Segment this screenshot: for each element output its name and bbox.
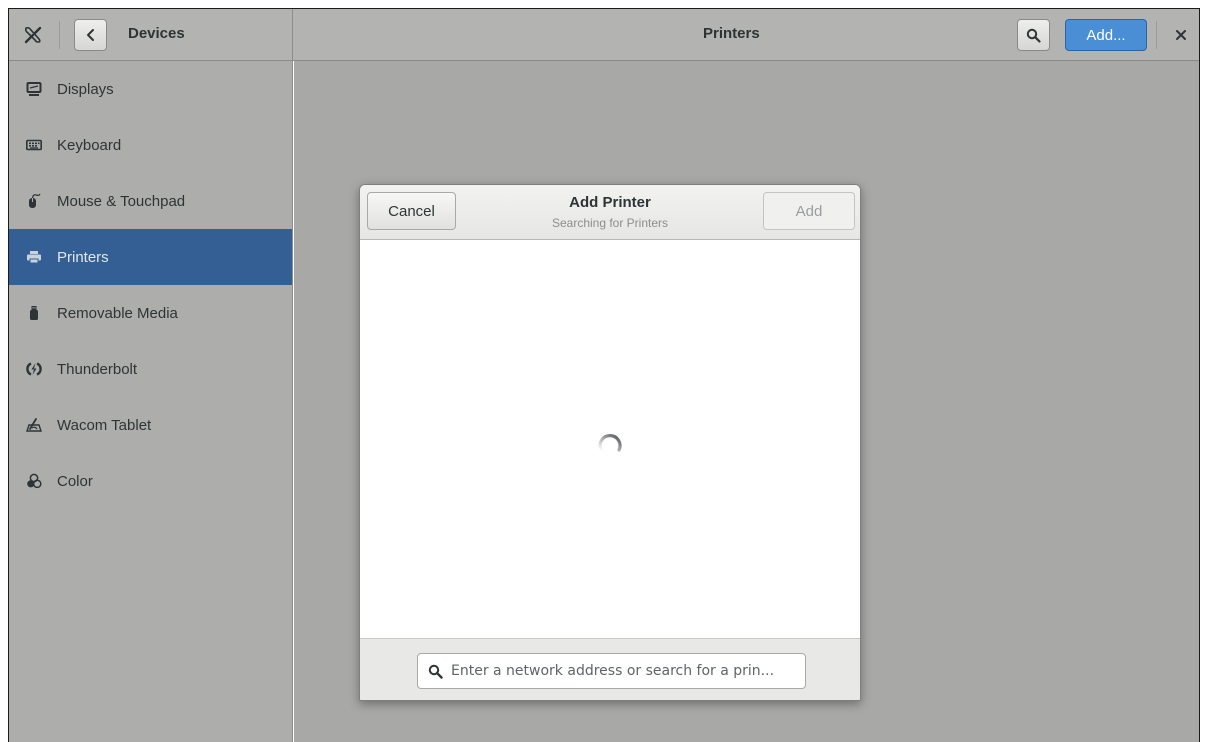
keyboard-icon [26, 137, 42, 153]
tools-icon[interactable] [19, 21, 47, 49]
printer-search-field[interactable] [417, 653, 806, 689]
dialog-footer [360, 638, 860, 700]
usb-drive-icon [26, 305, 42, 321]
header-separator [59, 21, 60, 49]
header-bar: Devices Printers Add... [9, 9, 1199, 61]
sidebar-item-printers[interactable]: Printers [9, 229, 292, 285]
search-button[interactable] [1017, 19, 1050, 51]
sidebar-item-keyboard[interactable]: Keyboard [9, 117, 292, 173]
add-printer-dialog: Cancel Add Printer Searching for Printer… [359, 184, 861, 701]
search-icon [1026, 28, 1041, 43]
sidebar-item-label: Keyboard [57, 136, 122, 154]
color-icon [26, 473, 42, 489]
chevron-left-icon [86, 29, 94, 41]
sidebar-item-removable-media[interactable]: Removable Media [9, 285, 292, 341]
back-button[interactable] [74, 19, 107, 51]
thunderbolt-icon [26, 361, 42, 377]
dialog-header: Cancel Add Printer Searching for Printer… [360, 185, 860, 240]
sidebar-item-label: Wacom Tablet [57, 416, 152, 434]
display-icon [26, 81, 42, 97]
dialog-add-button[interactable]: Add [763, 192, 855, 230]
tablet-icon [26, 417, 42, 433]
sidebar-item-label: Printers [57, 248, 109, 266]
sidebar: Displays Keyboard Mouse & Touchpad Print… [9, 61, 293, 742]
sidebar-item-label: Removable Media [57, 304, 178, 322]
sidebar-item-label: Color [57, 472, 93, 490]
printer-icon [26, 249, 42, 265]
search-icon [428, 663, 444, 679]
close-button[interactable] [1169, 23, 1193, 47]
sidebar-item-wacom-tablet[interactable]: Wacom Tablet [9, 397, 292, 453]
sidebar-item-color[interactable]: Color [9, 453, 292, 509]
printer-search-input[interactable] [451, 663, 801, 679]
sidebar-item-label: Mouse & Touchpad [57, 192, 186, 210]
page-title: Printers [703, 25, 760, 42]
close-icon [1176, 30, 1186, 40]
add-printer-button[interactable]: Add... [1065, 19, 1147, 51]
settings-window: Devices Printers Add... Displays Keyboar… [8, 8, 1200, 742]
loading-spinner-icon [598, 434, 622, 452]
sidebar-item-thunderbolt[interactable]: Thunderbolt [9, 341, 292, 397]
sidebar-item-label: Displays [57, 80, 114, 98]
printer-list [360, 240, 860, 638]
header-separator [1156, 21, 1157, 49]
sidebar-item-displays[interactable]: Displays [9, 61, 292, 117]
sidebar-item-mouse-touchpad[interactable]: Mouse & Touchpad [9, 173, 292, 229]
sidebar-item-label: Thunderbolt [57, 360, 138, 378]
header-bar-left: Devices [9, 9, 293, 61]
section-title: Devices [128, 25, 185, 42]
mouse-icon [26, 193, 42, 209]
